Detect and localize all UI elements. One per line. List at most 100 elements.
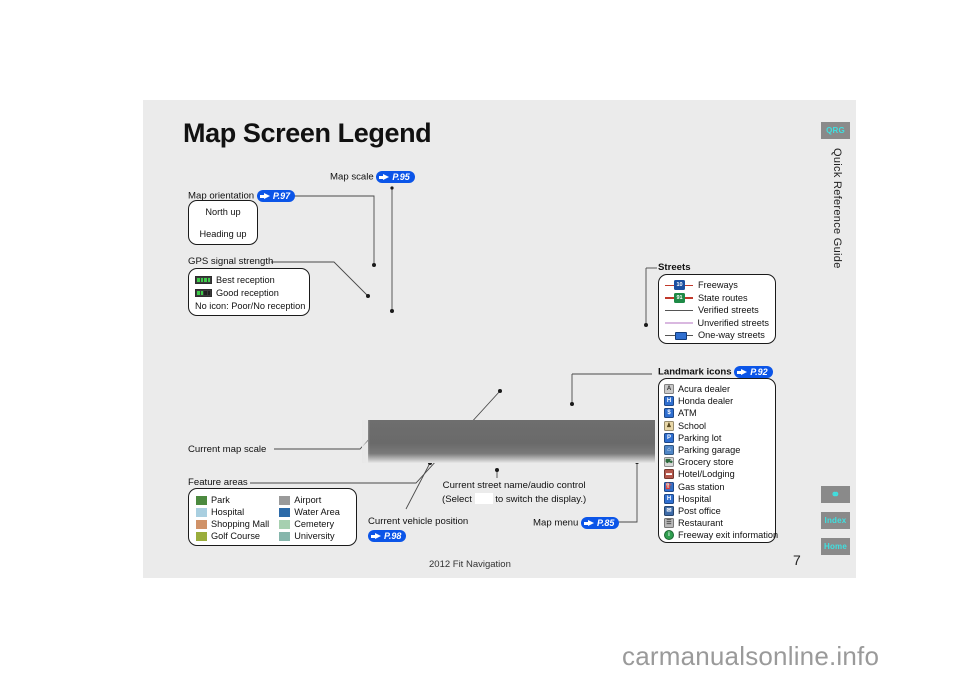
street-item-one-way: One-way streets <box>665 329 769 342</box>
page-ref-pill-p85[interactable]: P.85 <box>581 517 620 529</box>
hotel-lodging-icon: ▬ <box>664 469 674 480</box>
map-menu-label: Map menu <box>533 517 579 529</box>
current-vehicle-label: Current vehicle position <box>368 516 469 527</box>
hospital-color-swatch <box>196 507 207 517</box>
current-street-line2: (Select to switch the display.) <box>442 493 586 507</box>
landmark-item: ✉ Post office <box>664 505 770 517</box>
landmark-label: Restaurant <box>678 518 723 529</box>
page-ref-pill-p98[interactable]: P.98 <box>368 530 407 542</box>
site-watermark: carmanualsonline.info <box>622 641 880 671</box>
rail-section-title: Quick Reference Guide <box>818 148 856 398</box>
landmark-item: ▬ Hotel/Lodging <box>664 468 770 480</box>
section-tab-rail: QRG Quick Reference Guide ⚭ Index Home <box>818 100 856 578</box>
orientation-item-heading-up: Heading up <box>189 223 257 245</box>
arrow-right-icon <box>375 533 381 539</box>
landmark-label: Honda dealer <box>678 396 734 407</box>
shopping-mall-color-swatch <box>196 519 207 529</box>
feature-area-label: Hospital <box>211 507 245 517</box>
landmark-item: ♟ School <box>664 420 770 432</box>
street-item-freeways: 10 Freeways <box>665 279 769 292</box>
arrow-right-icon <box>588 520 594 526</box>
street-item-label: Unverified streets <box>697 317 770 328</box>
feature-area-label: Park <box>211 495 230 505</box>
parking-lot-icon: P <box>664 432 674 443</box>
feature-areas-column-left: Park Hospital Shopping Mall Golf Course <box>196 494 269 542</box>
landmark-label: Hotel/Lodging <box>678 469 735 480</box>
landmark-item: $ ATM <box>664 407 770 419</box>
current-street-line1: Current street name/audio control <box>442 480 586 491</box>
feature-area-label: Airport <box>294 495 322 505</box>
page-ref-pill-p92[interactable]: P.92 <box>734 366 773 378</box>
page-ref-text: P.92 <box>750 367 768 377</box>
street-item-verified: Verified streets <box>665 304 769 317</box>
current-street-line2-pre: (Select <box>442 494 472 505</box>
feature-area-item: Airport <box>279 494 340 506</box>
page-ref-pill-p95[interactable]: P.95 <box>376 171 415 183</box>
street-item-label: State routes <box>698 292 748 303</box>
tab-index[interactable]: Index <box>821 512 850 529</box>
solid-line-icon <box>665 305 693 315</box>
landmark-item: A Acura dealer <box>664 383 770 395</box>
light-line-icon <box>665 318 693 328</box>
feature-area-item: Shopping Mall <box>196 518 269 530</box>
state-route-shield-icon: 91 <box>665 292 693 303</box>
page-ref-pill-p97[interactable]: P.97 <box>256 190 296 202</box>
landmark-item: ☰ Restaurant <box>664 517 770 529</box>
feature-area-item: University <box>279 530 340 542</box>
callout-streets: Streets <box>658 262 691 273</box>
landmark-label: Parking garage <box>678 445 741 456</box>
landmark-item: H Hospital <box>664 493 770 505</box>
callout-map-scale: Map scale P.95 <box>330 171 415 183</box>
map-orientation-box: North up Heading up <box>188 200 258 245</box>
gps-good-icon <box>195 288 212 297</box>
orientation-item-north-up: North up <box>189 201 257 223</box>
tab-navigation-icon[interactable]: ⚭ <box>821 486 850 503</box>
callout-map-scale-label: Map scale <box>330 171 374 183</box>
one-way-arrow-icon <box>665 330 693 340</box>
feature-areas-column-right: Airport Water Area Cemetery University <box>279 494 340 542</box>
freeway-exit-icon: i <box>664 530 674 541</box>
street-select-key-placeholder[interactable] <box>474 493 493 504</box>
orientation-label: North up <box>205 207 241 217</box>
landmark-label: Post office <box>678 505 721 516</box>
callout-gps-signal-strength: GPS signal strength <box>188 256 274 267</box>
freeway-shield-number: 10 <box>674 280 685 291</box>
feature-area-item: Hospital <box>196 506 269 518</box>
golf-course-color-swatch <box>196 531 207 541</box>
acura-dealer-icon: A <box>664 384 674 395</box>
post-office-icon: ✉ <box>664 505 674 516</box>
landmark-item: P Parking lot <box>664 432 770 444</box>
page-ref-text: P.95 <box>392 172 410 182</box>
gps-item-good: Good reception <box>195 286 303 299</box>
landmark-label: Gas station <box>678 481 725 492</box>
feature-area-item: Water Area <box>279 506 340 518</box>
cemetery-color-swatch <box>279 519 291 529</box>
callout-feature-areas: Feature areas <box>188 477 248 488</box>
feature-area-label: Water Area <box>294 507 340 517</box>
callout-current-map-scale: Current map scale <box>188 444 267 455</box>
tab-quick-reference-guide[interactable]: QRG <box>821 122 850 139</box>
arrow-right-icon <box>263 193 270 199</box>
freeway-shield-icon: 10 <box>665 280 693 291</box>
street-item-label: Verified streets <box>698 305 759 316</box>
landmark-label: Hospital <box>678 493 712 504</box>
landmark-item: ⛟ Grocery store <box>664 456 770 468</box>
landmark-label: Acura dealer <box>678 384 731 395</box>
feature-areas-box: Park Hospital Shopping Mall Golf Course … <box>188 488 357 546</box>
tab-home[interactable]: Home <box>821 538 850 555</box>
hospital-icon: H <box>664 493 674 504</box>
landmark-label: ATM <box>678 408 697 419</box>
landmark-item: ⛽ Gas station <box>664 481 770 493</box>
page-number: 7 <box>793 552 801 568</box>
streets-box: 10 Freeways 91 State routes Verified str… <box>658 274 776 344</box>
current-street-line2-post: to switch the display.) <box>495 494 587 505</box>
landmark-label: Grocery store <box>678 457 734 468</box>
page-ref-text: P.97 <box>272 191 291 201</box>
footer-document-title: 2012 Fit Navigation <box>429 559 511 570</box>
page-title: Map Screen Legend <box>183 118 432 148</box>
feature-area-label: Shopping Mall <box>211 519 270 529</box>
feature-area-item: Park <box>196 494 269 506</box>
landmark-label: Parking lot <box>678 432 722 443</box>
restaurant-icon: ☰ <box>664 518 674 529</box>
gps-best-icon <box>195 275 212 284</box>
